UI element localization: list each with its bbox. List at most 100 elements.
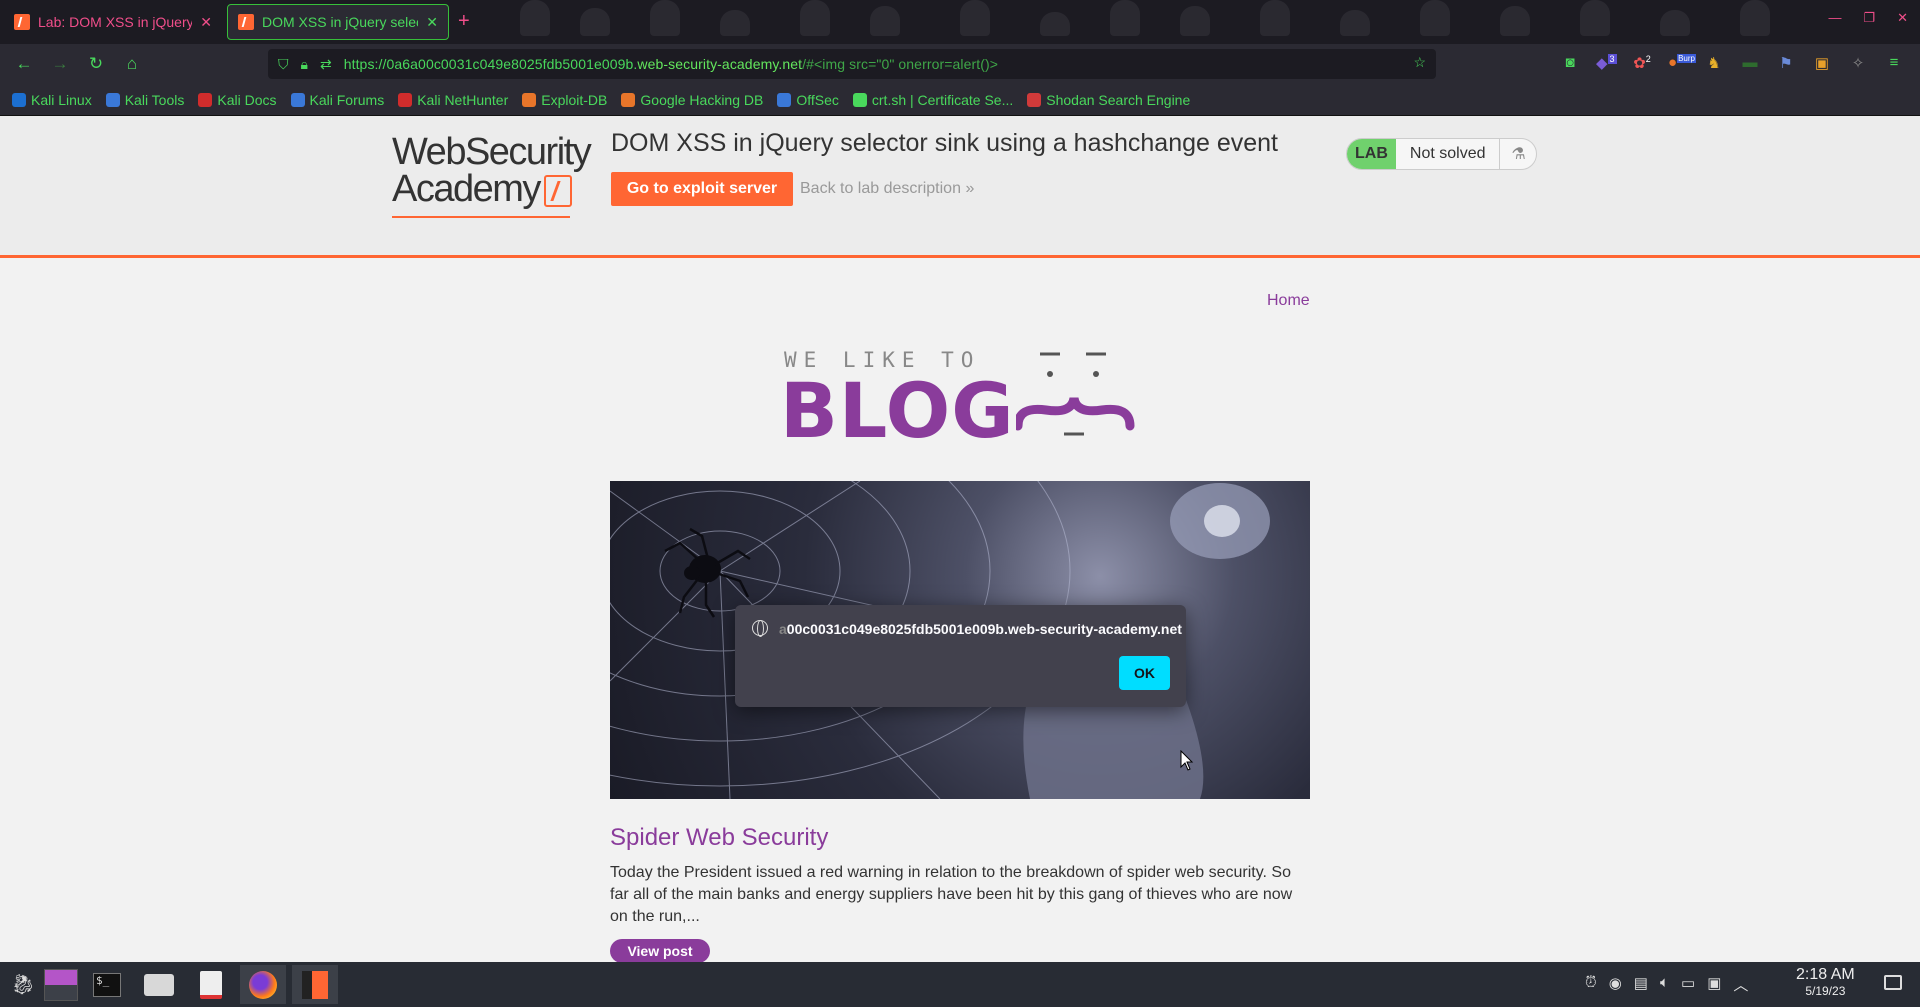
- bookmark-star-icon[interactable]: ☆: [1413, 54, 1426, 71]
- lab-header: WebSecurity Academy DOM XSS in jQuery se…: [0, 116, 1920, 258]
- bookmark-item[interactable]: Kali Forums: [290, 92, 384, 108]
- url-prefix: https://0a6a00c0031c049e8025fdb5001e009b…: [343, 56, 638, 72]
- back-icon[interactable]: ←: [6, 54, 42, 74]
- go-to-exploit-server-button[interactable]: Go to exploit server: [611, 172, 793, 206]
- permissions-icon[interactable]: ⇄: [320, 56, 332, 73]
- terminal-icon[interactable]: $_: [84, 965, 130, 1004]
- close-tab-icon[interactable]: ✕: [426, 14, 438, 31]
- bookmark-label: Kali Tools: [124, 91, 185, 108]
- home-icon[interactable]: ⌂: [114, 54, 150, 74]
- bookmark-item[interactable]: Kali Tools: [105, 91, 185, 108]
- view-post-button[interactable]: View post: [610, 939, 710, 962]
- back-to-lab-description-link[interactable]: Back to lab description »: [800, 180, 974, 198]
- extension-b-icon[interactable]: ✿2: [1632, 54, 1652, 72]
- lab-title: DOM XSS in jQuery selector sink using a …: [611, 129, 1279, 157]
- browser-tab-bar: Lab: DOM XSS in jQuery se ✕ DOM XSS in j…: [0, 0, 1920, 44]
- system-tray: ⏰︎ ◉ ▤ 🔈︎ ▭ ▣ ︿: [1585, 974, 1748, 995]
- workspace-switcher-icon[interactable]: [38, 965, 84, 1004]
- extension-toolbar: ◙ ◆ 3 ✿2 ●Burp ♞ ▬ ⚑ ▣ ✧ ≡: [1560, 54, 1904, 72]
- restore-icon[interactable]: ❐: [1863, 10, 1875, 26]
- url-bar[interactable]: ⛉ 🔒︎ ⇄ https://0a6a00c0031c049e8025fdb50…: [268, 49, 1436, 79]
- os-taskbar: 🐉︎ $_ ⏰︎ ◉ ▤ 🔈︎ ▭ ▣ ︿ 2:18 AM 5/19/23: [0, 962, 1920, 1007]
- tab-lab-page[interactable]: DOM XSS in jQuery selecto ✕: [227, 4, 449, 40]
- browser-nav-bar: ← → ↻ ⌂ ⛉ 🔒︎ ⇄ https://0a6a00c0031c049e8…: [0, 44, 1920, 84]
- forward-icon[interactable]: →: [42, 54, 78, 74]
- dialog-origin-text: 00c0031c049e8025fdb5001e009b.web-securit…: [786, 621, 1182, 637]
- dialog-ok-button[interactable]: OK: [1119, 656, 1170, 690]
- shield-icon[interactable]: ⛉: [278, 56, 289, 73]
- lock-icon[interactable]: 🔒︎: [301, 56, 308, 73]
- tab-lab-description[interactable]: Lab: DOM XSS in jQuery se ✕: [4, 4, 222, 40]
- bookmark-favicon-icon: [398, 92, 413, 107]
- close-window-icon[interactable]: ✕: [1897, 10, 1908, 26]
- bookmark-item[interactable]: Kali Docs: [198, 92, 277, 108]
- clock[interactable]: 2:18 AM 5/19/23: [1796, 966, 1855, 998]
- url-text[interactable]: https://0a6a00c0031c049e8025fdb5001e009b…: [344, 56, 998, 72]
- mouse-cursor-icon: [1180, 750, 1194, 771]
- new-tab-button[interactable]: +: [458, 10, 470, 33]
- close-tab-icon[interactable]: ✕: [200, 14, 212, 31]
- bookmark-item[interactable]: Kali Linux: [12, 92, 92, 108]
- extension-c-icon[interactable]: ♞: [1704, 54, 1724, 72]
- text-editor-icon[interactable]: [188, 965, 234, 1004]
- extension-d-icon[interactable]: ▬: [1740, 54, 1760, 72]
- logo-line-2: Academy: [392, 168, 541, 210]
- battery-icon[interactable]: ▭: [1681, 974, 1695, 995]
- notifications-icon[interactable]: ⏰︎: [1585, 974, 1597, 995]
- burp-extension-icon[interactable]: ●Burp: [1668, 54, 1696, 72]
- bookmark-favicon-icon: [621, 92, 636, 107]
- firefox-icon[interactable]: [240, 965, 286, 1004]
- bookmark-item[interactable]: OffSec: [777, 92, 839, 108]
- bookmark-favicon-icon: [105, 92, 120, 107]
- bookmark-label: Kali NetHunter: [417, 91, 509, 108]
- bookmark-favicon-icon: [522, 92, 537, 107]
- bookmarks-bar: Kali Linux Kali Tools Kali Docs Kali Forums…: [0, 84, 1920, 116]
- extension-f-icon[interactable]: ▣: [1812, 54, 1832, 72]
- bookmark-item[interactable]: crt.sh | Certificate Se...: [852, 92, 1013, 108]
- blog-face-icon: [1016, 352, 1135, 436]
- bookmark-item[interactable]: Kali NetHunter: [398, 92, 508, 108]
- bookmark-favicon-icon: [777, 92, 792, 107]
- bookmark-favicon-icon: [1027, 92, 1042, 107]
- lab-status-text: Not solved: [1396, 139, 1501, 169]
- volume-icon[interactable]: 🔈︎: [1660, 974, 1669, 995]
- url-host: web-security-academy.net: [637, 56, 803, 72]
- window-controls: — ❐ ✕: [1828, 10, 1908, 26]
- tab-title: DOM XSS in jQuery selecto: [262, 14, 419, 30]
- display-icon[interactable]: ▣: [1707, 974, 1721, 995]
- bookmark-item[interactable]: Google Hacking DB: [621, 92, 763, 108]
- lab-status-widget: LAB Not solved ⚗: [1346, 138, 1538, 170]
- show-desktop-icon[interactable]: [1884, 975, 1902, 990]
- burp-suite-icon[interactable]: [292, 965, 338, 1004]
- post-excerpt: Today the President issued a red warning…: [610, 864, 1293, 925]
- tray-expand-icon[interactable]: ︿: [1733, 974, 1748, 995]
- clipboard-icon[interactable]: ▤: [1634, 974, 1648, 995]
- reload-icon[interactable]: ↻: [78, 54, 114, 74]
- post-title[interactable]: Spider Web Security: [610, 824, 828, 852]
- bookmark-label: Google Hacking DB: [640, 91, 764, 108]
- file-manager-icon[interactable]: [136, 965, 182, 1004]
- burp-extension-badge: Burp: [1677, 54, 1696, 63]
- bookmark-label: Kali Linux: [31, 91, 92, 108]
- bookmark-item[interactable]: Shodan Search Engine: [1027, 92, 1190, 108]
- dialog-origin-faded: a: [779, 621, 787, 637]
- home-link[interactable]: Home: [1267, 292, 1310, 310]
- network-manager-icon[interactable]: ◉: [1609, 974, 1622, 995]
- lightning-logo-icon: [543, 174, 572, 207]
- menu-icon[interactable]: ≡: [1884, 54, 1904, 72]
- extension-a-icon[interactable]: ◆ 3: [1596, 54, 1617, 72]
- pocket-icon[interactable]: ◙: [1560, 54, 1580, 72]
- globe-icon: [752, 620, 768, 637]
- bookmark-favicon-icon: [290, 92, 305, 107]
- bookmark-favicon-icon: [12, 92, 26, 107]
- minimize-icon[interactable]: —: [1828, 10, 1841, 26]
- blog-wordmark: BLOG: [780, 366, 1015, 455]
- extension-e-icon[interactable]: ⚑: [1776, 54, 1796, 72]
- tab-title: Lab: DOM XSS in jQuery se: [38, 14, 193, 30]
- url-fragment: /#<img src="0" onerror=alert()>: [802, 56, 999, 72]
- portswigger-favicon-icon: [238, 14, 254, 30]
- web-security-academy-logo[interactable]: WebSecurity Academy: [392, 133, 592, 218]
- extension-g-icon[interactable]: ✧: [1848, 54, 1868, 72]
- bookmark-item[interactable]: Exploit-DB: [522, 92, 607, 108]
- extension-a-badge: 3: [1607, 54, 1617, 64]
